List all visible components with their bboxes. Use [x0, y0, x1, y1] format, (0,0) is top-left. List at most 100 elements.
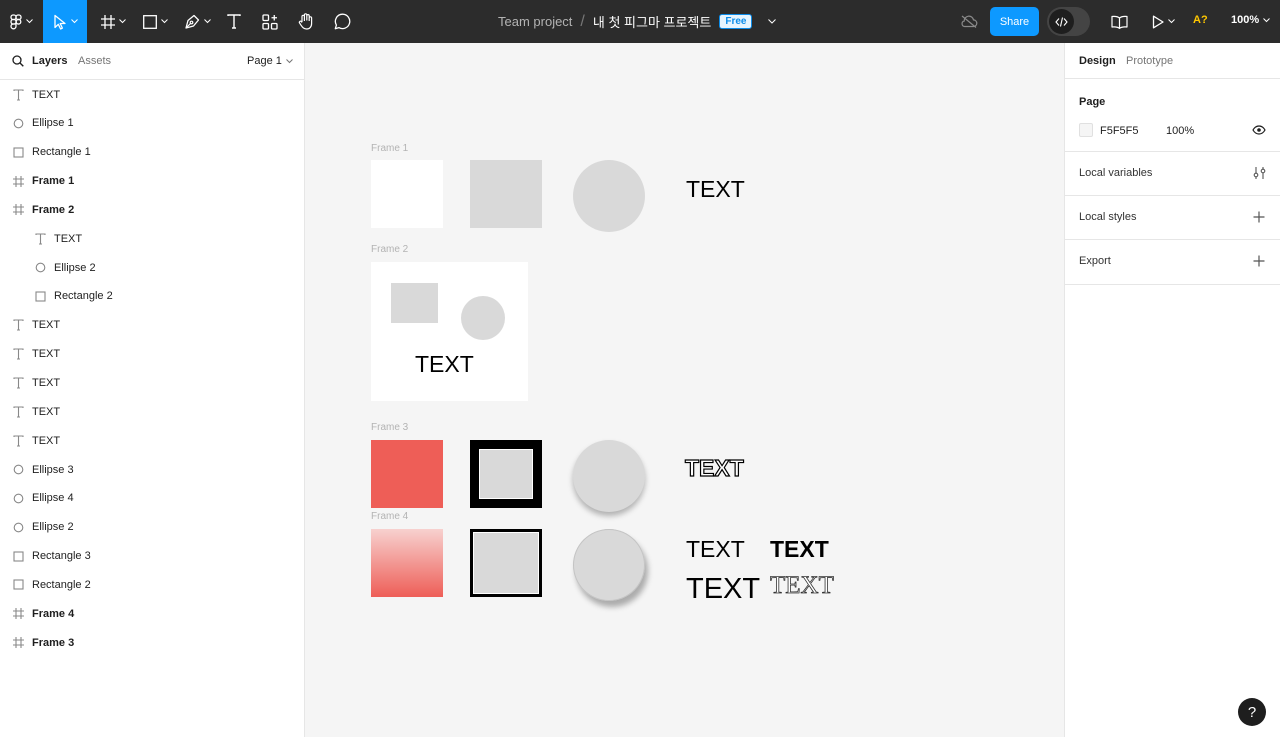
chevron-down-icon[interactable]	[768, 19, 777, 24]
tab-prototype[interactable]: Prototype	[1126, 55, 1173, 67]
shape-tool-button[interactable]	[138, 0, 172, 43]
design-panel: Design Prototype Page F5F5F5 100% Local …	[1064, 43, 1280, 737]
page-color-opacity[interactable]: 100%	[1166, 125, 1194, 137]
layer-label: TEXT	[54, 232, 83, 245]
plus-icon[interactable]	[1253, 255, 1265, 267]
layer-row[interactable]: Rectangle 2	[0, 570, 304, 599]
red-rectangle[interactable]	[371, 440, 443, 508]
design-panel-header: Design Prototype	[1065, 43, 1280, 79]
text-tool-button[interactable]	[222, 0, 246, 43]
layer-row[interactable]: Rectangle 2	[0, 282, 304, 311]
frame-2[interactable]: TEXT	[371, 262, 528, 401]
layer-row[interactable]: Ellipse 3	[0, 455, 304, 484]
cloud-offline-icon	[961, 15, 978, 28]
tab-design[interactable]: Design	[1079, 55, 1116, 67]
main-menu-button[interactable]	[0, 0, 43, 43]
dev-mode-toggle[interactable]	[1047, 7, 1090, 36]
ellipse-3[interactable]	[573, 440, 645, 512]
present-button[interactable]	[1148, 0, 1178, 43]
inner-stroke	[479, 449, 533, 499]
rectangle-2-stroked[interactable]	[470, 529, 542, 597]
frame2-label[interactable]: Frame 2	[371, 244, 408, 255]
ellipse-1[interactable]	[573, 160, 645, 232]
layer-row[interactable]: Ellipse 2	[0, 253, 304, 282]
gradient-rectangle[interactable]	[371, 529, 443, 597]
layer-row[interactable]: TEXT	[0, 340, 304, 369]
share-button[interactable]: Share	[990, 7, 1039, 36]
text-icon	[12, 435, 24, 447]
layer-row[interactable]: Frame 2	[0, 195, 304, 224]
tab-layers[interactable]: Layers	[32, 55, 67, 67]
text-icon	[34, 233, 46, 245]
layer-row[interactable]: TEXT	[0, 369, 304, 398]
rectangle-1[interactable]	[371, 160, 443, 228]
layer-label: TEXT	[32, 88, 61, 101]
plus-icon[interactable]	[1253, 211, 1265, 223]
local-variables-section: Local variables	[1065, 152, 1280, 196]
chevron-down-icon	[1167, 19, 1175, 24]
text-layer[interactable]: TEXT	[415, 353, 474, 376]
text-serif-outline-layer[interactable]: TEXT	[769, 571, 845, 597]
comment-tool-button[interactable]	[330, 0, 354, 43]
text-bold-layer[interactable]: TEXT	[770, 538, 829, 561]
team-name[interactable]: Team project	[498, 14, 572, 29]
layer-row[interactable]: Ellipse 1	[0, 109, 304, 138]
rectangle-3[interactable]	[470, 440, 542, 508]
ellipse-4[interactable]	[573, 529, 645, 601]
pen-tool-button[interactable]	[180, 0, 216, 43]
page-color-swatch[interactable]	[1079, 123, 1093, 137]
layer-row[interactable]: TEXT	[0, 426, 304, 455]
file-name[interactable]: 내 첫 피그마 프로젝트	[593, 12, 711, 31]
frame4-label[interactable]: Frame 4	[371, 511, 408, 522]
ellipse-icon	[12, 464, 24, 476]
gray-rectangle[interactable]	[470, 160, 542, 228]
layer-row[interactable]: Frame 1	[0, 167, 304, 196]
text-icon	[12, 406, 24, 418]
help-button[interactable]: ?	[1238, 698, 1266, 726]
frame1-label[interactable]: Frame 1	[371, 143, 408, 154]
layer-row[interactable]: TEXT	[0, 224, 304, 253]
text-outline-layer[interactable]: TEXT	[684, 454, 746, 480]
layer-row[interactable]: Rectangle 3	[0, 542, 304, 571]
user-avatar[interactable]: A?	[1193, 14, 1208, 26]
layer-row[interactable]: TEXT	[0, 311, 304, 340]
layer-row[interactable]: TEXT	[0, 397, 304, 426]
local-variables-label[interactable]: Local variables	[1079, 167, 1152, 179]
sliders-icon[interactable]	[1253, 166, 1266, 180]
hand-tool-button[interactable]	[294, 0, 318, 43]
layer-row[interactable]: Ellipse 2	[0, 513, 304, 542]
local-styles-label[interactable]: Local styles	[1079, 211, 1136, 223]
page-color-hex[interactable]: F5F5F5	[1100, 125, 1139, 137]
library-button[interactable]	[1108, 0, 1130, 43]
text-large-layer[interactable]: TEXT	[686, 575, 760, 604]
layer-row[interactable]: TEXT	[0, 80, 304, 109]
layer-row[interactable]: Ellipse 4	[0, 484, 304, 513]
rectangle-2[interactable]	[391, 283, 438, 323]
frame3-label[interactable]: Frame 3	[371, 422, 408, 433]
rectangle-icon	[12, 550, 24, 562]
chevron-down-icon	[160, 19, 168, 24]
export-label[interactable]: Export	[1079, 255, 1111, 267]
text-icon	[12, 348, 24, 360]
hand-icon	[298, 13, 313, 30]
layer-label: TEXT	[32, 434, 61, 447]
layer-row[interactable]: Frame 3	[0, 628, 304, 657]
tab-assets[interactable]: Assets	[78, 55, 111, 67]
layer-row[interactable]: Rectangle 1	[0, 138, 304, 167]
toolbar: Team project / 내 첫 피그마 프로젝트 Free Share A…	[0, 0, 1280, 43]
layer-label: Ellipse 4	[32, 492, 74, 505]
frame-tool-button[interactable]	[96, 0, 130, 43]
search-icon[interactable]	[12, 55, 24, 67]
resources-tool-button[interactable]	[258, 0, 282, 43]
text-layer[interactable]: TEXT	[686, 178, 745, 201]
ellipse-2[interactable]	[461, 296, 505, 340]
layer-label: Ellipse 3	[32, 463, 74, 476]
offline-status[interactable]	[958, 0, 980, 43]
layer-row[interactable]: Frame 4	[0, 599, 304, 628]
zoom-control[interactable]: 100%	[1231, 14, 1270, 26]
move-tool-button[interactable]	[43, 0, 87, 43]
page-selector[interactable]: Page 1	[247, 55, 293, 67]
layer-label: Rectangle 3	[32, 550, 91, 563]
text-layer[interactable]: TEXT	[686, 538, 745, 561]
eye-icon[interactable]	[1252, 125, 1266, 135]
